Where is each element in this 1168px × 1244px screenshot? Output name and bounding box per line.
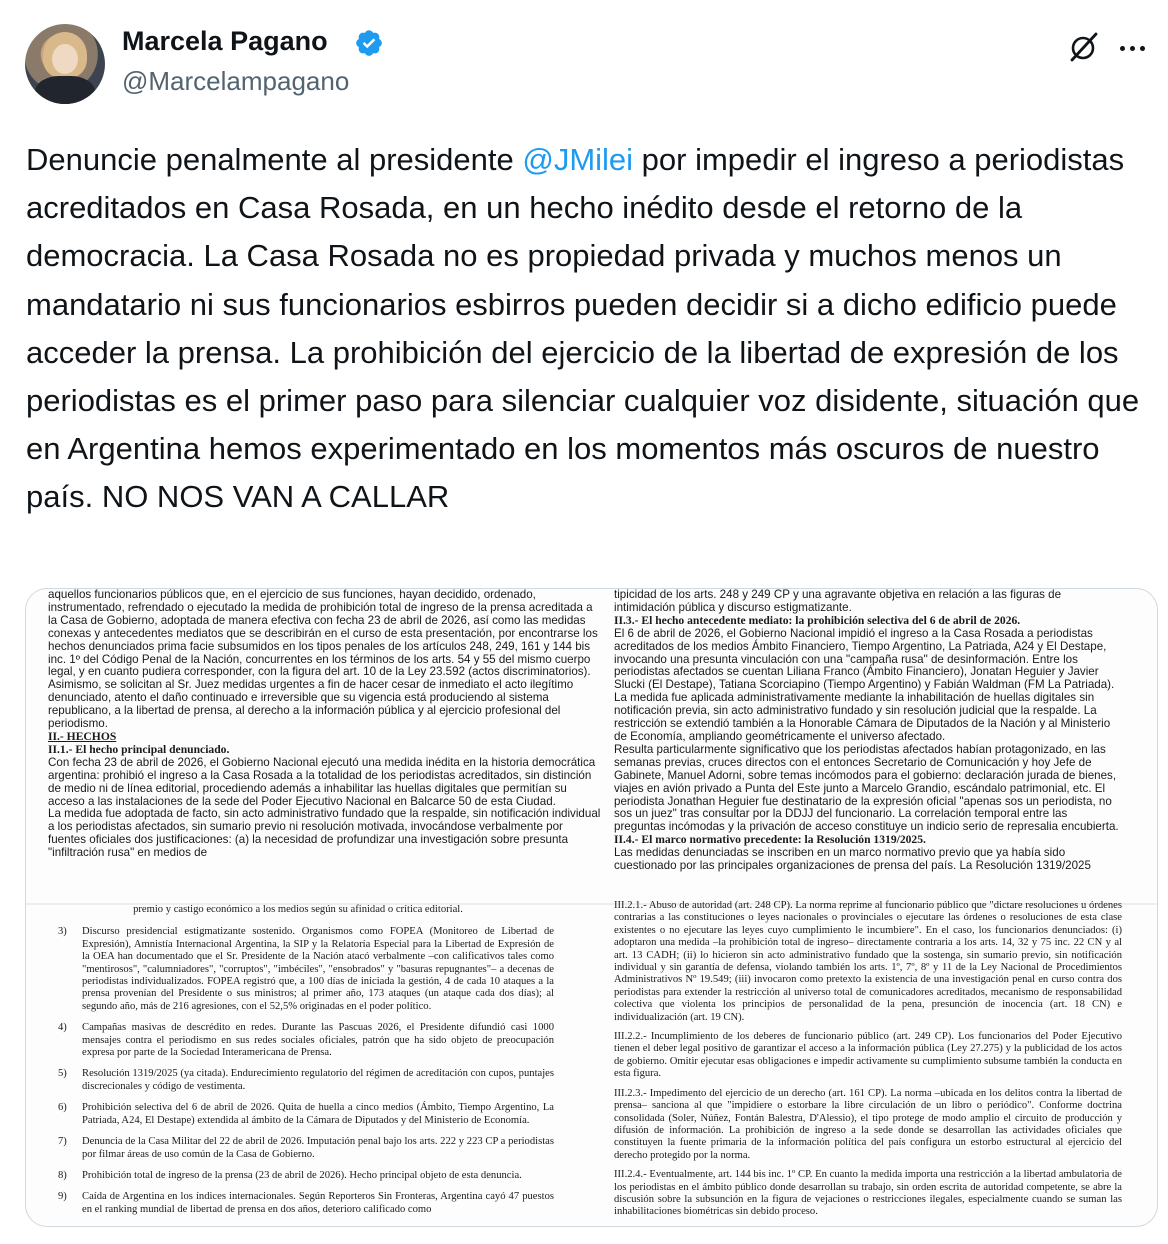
list-item-text: Discurso presidencial estigmatizante sos…: [82, 926, 554, 1012]
attached-document-image[interactable]: aquellos funcionarios públicos que, en e…: [25, 588, 1158, 1227]
doc-paragraph: Asimismo, se solicitan al Sr. Juez medid…: [48, 678, 574, 731]
doc-paragraph: III.2.3.- Impedimento del ejercicio de u…: [614, 1087, 1122, 1161]
list-item-text: Resolución 1319/2025 (ya citada). Endure…: [82, 1068, 554, 1092]
doc-paragraph: tipicidad de los arts. 248 y 249 CP y un…: [614, 589, 1062, 614]
avatar-face: [52, 44, 78, 74]
doc-paragraph: III.2.4.- Eventualmente, art. 144 bis in…: [614, 1169, 1122, 1218]
list-item-number: 4): [58, 1022, 67, 1034]
author-handle[interactable]: @Marcelampagano: [122, 66, 349, 97]
list-item: 9) Caída de Argentina en los índices inte…: [42, 1191, 554, 1216]
doc-paragraph: III.2.1.- Abuso de autoridad (art. 248 C…: [614, 900, 1122, 1023]
doc-paragraph: Resulta particularmente significativo qu…: [614, 742, 1119, 834]
list-item: 6) Prohibición selectiva del 6 de abril d…: [42, 1102, 554, 1127]
list-item-number: 5): [58, 1068, 67, 1080]
list-item-number: 7): [58, 1136, 67, 1148]
document-page-bottom-right: III.2.1.- Abuso de autoridad (art. 248 C…: [614, 900, 1122, 1226]
document-page-top-left: aquellos funcionarios públicos que, en e…: [48, 589, 604, 902]
list-item-text: Caída de Argentina en los índices intern…: [82, 1191, 554, 1215]
doc-subheading: II.1.- El hecho principal denunciado.: [48, 742, 230, 756]
list-item: 7) Denuncia de la Casa Militar del 22 de …: [42, 1136, 554, 1161]
mention-link[interactable]: @JMilei: [522, 142, 633, 177]
more-horizontal-icon[interactable]: [1120, 38, 1150, 54]
list-item-text: Campañas masivas de descrédito en redes.…: [82, 1022, 554, 1059]
avatar[interactable]: [25, 24, 105, 104]
document-page-bottom-left: premio y castigo económico a los medios …: [42, 904, 554, 1226]
doc-paragraph: La medida fue aplicada administrativamen…: [614, 691, 1111, 743]
doc-paragraph: premio y castigo económico a los medios …: [133, 904, 463, 915]
list-item-text: Denuncia de la Casa Militar del 22 de ab…: [82, 1136, 554, 1160]
verified-badge-icon: [356, 30, 382, 56]
doc-paragraph: aquellos funcionarios públicos que, en e…: [48, 589, 598, 679]
avatar-body: [35, 76, 95, 104]
tweet-text-start: Denuncie penalmente al presidente: [26, 142, 523, 177]
document-page-top-right: tipicidad de los arts. 248 y 249 CP y un…: [614, 589, 1122, 902]
list-item-number: 3): [58, 926, 67, 938]
doc-paragraph: III.2.2.- Incumplimiento de los deberes …: [614, 1031, 1122, 1080]
doc-paragraph: Con fecha 23 de abril de 2026, el Gobier…: [48, 755, 596, 808]
list-item-text: Prohibición selectiva del 6 de abril de …: [82, 1102, 554, 1126]
list-item: 8) Prohibición total de ingreso de la pre…: [42, 1170, 554, 1182]
grok-slash-icon[interactable]: [1067, 30, 1101, 64]
list-item-number: 9): [58, 1191, 67, 1203]
list-item-number: 8): [58, 1169, 67, 1181]
doc-paragraph: La medida fue adoptada de facto, sin act…: [48, 807, 601, 860]
tweet-text: Denuncie penalmente al presidente @JMile…: [26, 136, 1151, 522]
doc-subheading: II.3.- El hecho antecedente mediato: la …: [614, 613, 1021, 627]
list-item: 4) Campañas masivas de descrédito en rede…: [42, 1022, 554, 1059]
doc-heading: II.- HECHOS: [48, 729, 117, 743]
list-item: 3) Discurso presidencial estigmatizante s…: [42, 926, 554, 1013]
doc-paragraph: El 6 de abril de 2026, el Gobierno Nacio…: [614, 626, 1115, 692]
doc-paragraph: Las medidas denunciadas se inscriben en …: [614, 846, 1091, 873]
list-item: 5) Resolución 1319/2025 (ya citada). Endu…: [42, 1068, 554, 1093]
list-item-text: Prohibición total de ingreso de la prens…: [82, 1169, 522, 1181]
tweet-text-end: por impedir el ingreso a periodistas acr…: [26, 142, 1140, 515]
list-item-number: 6): [58, 1102, 67, 1114]
author-name[interactable]: Marcela Pagano: [122, 26, 328, 57]
